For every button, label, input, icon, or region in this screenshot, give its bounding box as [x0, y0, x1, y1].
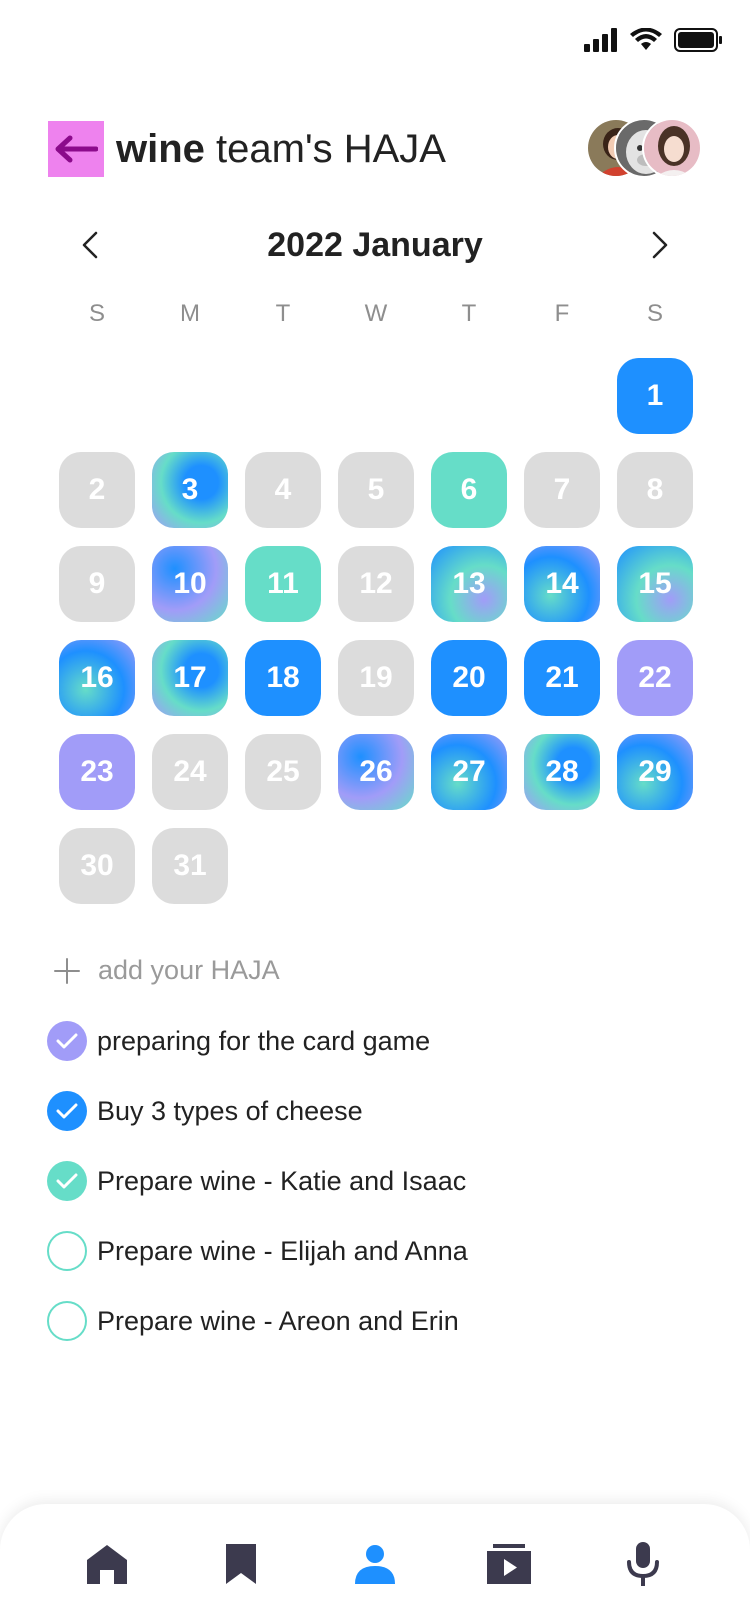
calendar-day[interactable]: 20 [431, 640, 507, 716]
calendar-day[interactable]: 25 [245, 734, 321, 810]
home-icon [87, 1545, 127, 1584]
calendar-day[interactable]: 10 [152, 546, 228, 622]
prev-month-button[interactable] [70, 225, 110, 265]
calendar-day[interactable]: 18 [245, 640, 321, 716]
plus-icon [54, 957, 80, 984]
task-label: Buy 3 types of cheese [97, 1095, 363, 1126]
task-item: preparing for the card game [47, 1020, 468, 1062]
calendar-day[interactable]: 4 [245, 452, 321, 528]
task-item: Prepare wine - Elijah and Anna [47, 1230, 468, 1272]
weekday-label: T [461, 300, 477, 327]
nav-videos[interactable] [479, 1534, 539, 1594]
calendar-day[interactable]: 1 [617, 358, 693, 434]
task-checkbox[interactable] [47, 1161, 87, 1201]
calendar-grid: 1 2 3 4 5 6 7 8 9 10 11 12 13 14 15 16 17 18 19 20 21 22 23 24 2… [59, 358, 693, 904]
arrow-left-icon [55, 135, 98, 163]
task-label: Prepare wine - Elijah and Anna [97, 1235, 468, 1266]
video-library-icon [487, 1544, 531, 1584]
calendar-day[interactable]: 15 [617, 546, 693, 622]
chevron-left-icon [82, 231, 98, 259]
task-item: Buy 3 types of cheese [47, 1090, 468, 1132]
task-label: Prepare wine - Katie and Isaac [97, 1165, 467, 1196]
task-item: Prepare wine - Katie and Isaac [47, 1160, 468, 1202]
person-icon [355, 1545, 395, 1584]
check-icon [56, 1103, 78, 1119]
calendar-blank [245, 358, 321, 434]
task-label: Prepare wine - Areon and Erin [97, 1305, 459, 1336]
calendar-day[interactable]: 27 [431, 734, 507, 810]
calendar-day[interactable]: 3 [152, 452, 228, 528]
task-checkbox[interactable] [47, 1091, 87, 1131]
header: wine team's HAJA [48, 118, 702, 178]
calendar-day[interactable]: 31 [152, 828, 228, 904]
calendar-day[interactable]: 11 [245, 546, 321, 622]
chevron-right-icon [652, 231, 668, 259]
calendar-day[interactable]: 7 [524, 452, 600, 528]
calendar-blank [152, 358, 228, 434]
weekday-header: S M T W T F S [59, 300, 693, 328]
weekday-label: M [180, 300, 200, 327]
calendar-day[interactable]: 23 [59, 734, 135, 810]
battery-icon [674, 28, 722, 52]
calendar-day[interactable]: 12 [338, 546, 414, 622]
check-icon [56, 1033, 78, 1049]
task-checkbox[interactable] [47, 1301, 87, 1341]
weekday-label: T [275, 300, 291, 327]
calendar-blank [338, 358, 414, 434]
calendar-day[interactable]: 26 [338, 734, 414, 810]
nav-home[interactable] [77, 1534, 137, 1594]
status-bar [584, 28, 722, 52]
calendar-day[interactable]: 22 [617, 640, 693, 716]
task-item: Prepare wine - Areon and Erin [47, 1300, 468, 1342]
weekday-label: F [554, 300, 570, 327]
nav-profile[interactable] [345, 1534, 405, 1594]
calendar-day[interactable]: 19 [338, 640, 414, 716]
calendar-day[interactable]: 14 [524, 546, 600, 622]
calendar-day[interactable]: 16 [59, 640, 135, 716]
team-name: wine [116, 127, 205, 171]
calendar-day[interactable]: 2 [59, 452, 135, 528]
calendar-day[interactable]: 21 [524, 640, 600, 716]
task-checkbox[interactable] [47, 1231, 87, 1271]
avatar-woman-pink[interactable] [642, 118, 702, 178]
calendar-blank [524, 358, 600, 434]
next-month-button[interactable] [640, 225, 680, 265]
calendar-blank [431, 358, 507, 434]
month-navigation: 2022 January [70, 220, 680, 270]
nav-bookmark[interactable] [211, 1534, 271, 1594]
calendar-day[interactable]: 24 [152, 734, 228, 810]
task-list: preparing for the card game Buy 3 types … [47, 1020, 468, 1370]
weekday-label: W [364, 300, 388, 327]
calendar-day[interactable]: 28 [524, 734, 600, 810]
bookmark-icon [226, 1544, 256, 1584]
task-checkbox[interactable] [47, 1021, 87, 1061]
add-haja-button[interactable]: add your HAJA [54, 955, 280, 986]
weekday-label: S [646, 300, 663, 327]
bottom-navigation [0, 1504, 750, 1624]
signal-icon [584, 28, 617, 52]
check-icon [56, 1173, 78, 1189]
weekday-label: S [88, 300, 105, 327]
calendar-day[interactable]: 5 [338, 452, 414, 528]
calendar-day[interactable]: 9 [59, 546, 135, 622]
calendar-day[interactable]: 6 [431, 452, 507, 528]
member-avatars[interactable] [586, 118, 702, 178]
nav-voice[interactable] [613, 1534, 673, 1594]
calendar-day[interactable]: 13 [431, 546, 507, 622]
back-button[interactable] [48, 121, 104, 177]
microphone-icon [627, 1542, 659, 1586]
task-label: preparing for the card game [97, 1025, 431, 1056]
wifi-icon [630, 28, 662, 50]
calendar-day[interactable]: 17 [152, 640, 228, 716]
add-haja-label: add your HAJA [98, 955, 280, 985]
calendar-blank [59, 358, 135, 434]
page-title: wine team's HAJA [116, 129, 446, 169]
calendar-day[interactable]: 30 [59, 828, 135, 904]
calendar-day[interactable]: 8 [617, 452, 693, 528]
calendar-day[interactable]: 29 [617, 734, 693, 810]
title-suffix: team's HAJA [204, 127, 446, 171]
month-label: 2022 January [267, 225, 483, 264]
